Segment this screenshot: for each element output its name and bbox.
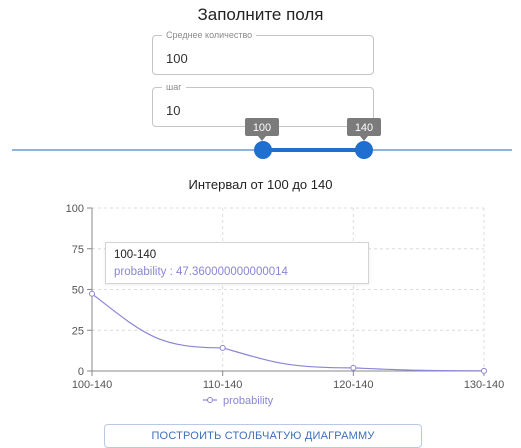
tooltip-title: 100-140 (114, 249, 157, 261)
y-tick-label: 50 (72, 285, 84, 297)
step-label: шаг (162, 81, 186, 93)
data-point (481, 367, 487, 374)
y-tick-label: 0 (78, 366, 84, 378)
form-title: Заполните поля (197, 5, 324, 24)
data-point (89, 290, 95, 297)
data-point (219, 344, 226, 351)
x-tick-label: 130-140 (464, 379, 504, 391)
legend-marker (207, 397, 213, 403)
slider-low-thumb[interactable] (254, 141, 272, 159)
data-point (350, 364, 357, 371)
mean-quantity-value[interactable]: 100 (166, 51, 188, 66)
x-tick-label: 100-140 (72, 379, 112, 391)
slider-low-value-label: 100 (245, 118, 279, 141)
slider-high-thumb[interactable] (355, 141, 373, 159)
probability-line-chart: 0 25 50 75 100 100-140 110-140 120-140 130-140 pr… (66, 203, 505, 407)
y-tick-label: 25 (72, 325, 84, 337)
range-slider[interactable]: 100 140 (0, 112, 521, 162)
build-bar-chart-button[interactable]: ПОСТРОИТЬ СТОЛБЧАТУЮ ДИАГРАММУ (104, 424, 422, 448)
y-tick-label: 100 (66, 203, 84, 215)
slider-high-label-text: 140 (355, 122, 373, 134)
slider-low-label-text: 100 (253, 122, 271, 134)
y-tick-label: 75 (72, 244, 84, 256)
x-tick-label: 110-140 (203, 379, 243, 391)
interval-title: Интервал от 100 до 140 (188, 177, 333, 192)
slider-high-value-label: 140 (347, 118, 381, 141)
mean-quantity-label: Среднее количество (162, 29, 257, 41)
x-tick-label: 120-140 (333, 379, 373, 391)
chart-tooltip: 100-140 probability : 47.360000000000014 (105, 242, 369, 284)
legend-label: probability (223, 395, 274, 407)
probability-line (91, 293, 485, 372)
mean-quantity-field[interactable]: Среднее количество 100 (152, 29, 374, 75)
tooltip-value: probability : 47.360000000000014 (114, 266, 288, 278)
